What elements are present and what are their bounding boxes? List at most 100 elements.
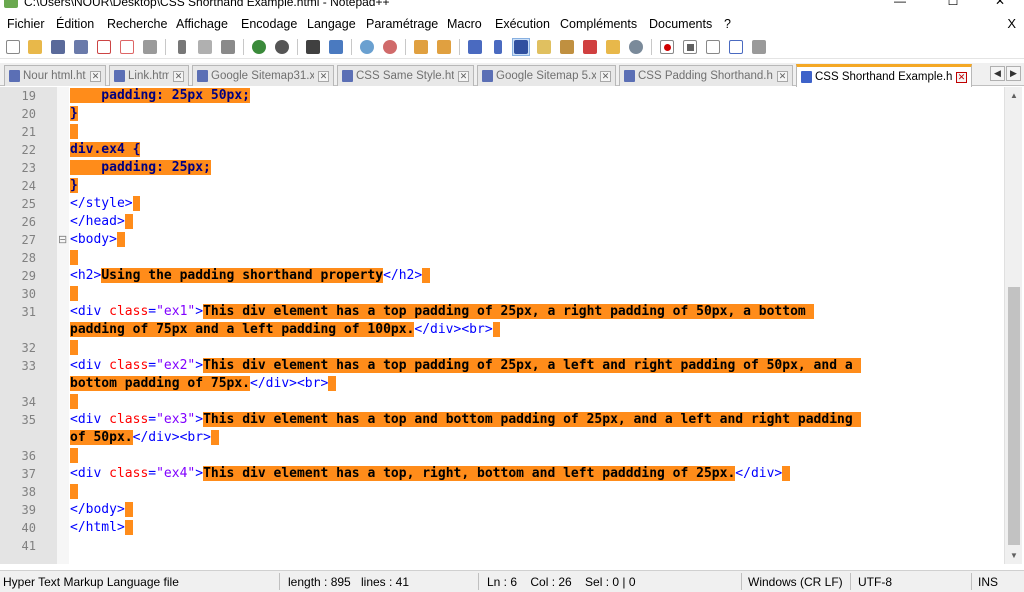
tab-google-sitemap-5[interactable]: Google Sitemap 5.xml ✕ [477,65,616,86]
replace-icon[interactable] [327,38,345,56]
line-number: 25 [21,197,36,211]
code-line [70,123,78,141]
line-number: 30 [21,287,36,301]
code-line [70,447,78,465]
maximize-button[interactable]: ☐ [933,0,973,8]
function-list-icon[interactable] [581,38,599,56]
status-language: Hyper Text Markup Language file [3,575,179,589]
status-insert-mode: INS [978,575,999,589]
stop-recording-icon[interactable] [681,38,699,56]
status-eol: Windows (CR LF) [748,575,843,589]
scrollbar-thumb[interactable] [1008,287,1020,545]
tab-close-icon[interactable]: ✕ [318,70,329,82]
zoom-out-icon[interactable] [381,38,399,56]
minimize-button[interactable]: — [880,0,920,8]
title-bar: C:\Users\NOUR\Desktop\CSS Shorthand Exam… [0,0,1024,12]
menu-help[interactable]: ? [724,17,731,31]
find-icon[interactable] [304,38,322,56]
scroll-up-icon[interactable]: ▲ [1005,87,1023,104]
tab-css-shorthand-example[interactable]: CSS Shorthand Example.html ✕ [796,64,972,87]
tab-close-icon[interactable]: ✕ [458,70,469,82]
code-editor[interactable]: 19 padding: 25px 50px; 20} 21 22 div.ex4 … [0,87,1004,564]
menu-execution[interactable]: Exécution [495,17,550,31]
tab-label: Google Sitemap 5.xml [496,70,596,82]
tab-label: Link.html [128,70,169,82]
record-macro-icon[interactable] [658,38,676,56]
indent-guide-icon[interactable] [512,38,530,56]
code-line: </body> [70,501,133,519]
user-defined-language-icon[interactable] [535,38,553,56]
menu-parametrage[interactable]: Paramétrage [366,17,438,31]
run-macro-multiple-icon[interactable] [727,38,745,56]
save-macro-icon[interactable] [750,38,768,56]
show-all-characters-icon[interactable] [489,38,507,56]
code-line [70,393,78,411]
copy-icon[interactable] [196,38,214,56]
code-line: } [70,178,78,193]
document-map-icon[interactable] [558,38,576,56]
menu-fichier[interactable]: Fichier [7,17,45,31]
line-number: 19 [21,89,36,103]
playback-macro-icon[interactable] [704,38,722,56]
menu-encodage[interactable]: Encodage [241,17,297,31]
line-number: 36 [21,449,36,463]
print-icon[interactable] [141,38,159,56]
code-line: bottom padding of 75px.</div><br> [70,375,337,393]
vertical-scrollbar[interactable]: ▲ ▼ [1004,87,1022,564]
code-line [70,339,78,357]
line-number: 37 [21,467,36,481]
menu-documents[interactable]: Documents [649,17,712,31]
undo-icon[interactable] [250,38,268,56]
tab-css-padding-shorthand[interactable]: CSS Padding Shorthand.html ✕ [619,65,793,86]
tab-label: Google Sitemap31.xml [211,70,314,82]
monitoring-icon[interactable] [627,38,645,56]
menu-recherche[interactable]: Recherche [107,17,167,31]
status-cursor-position: Ln : 6 Col : 26 Sel : 0 | 0 [487,575,636,589]
fold-collapse-icon[interactable]: ⊟ [58,231,67,249]
code-line: </head> [70,213,133,231]
menu-affichage[interactable]: Affichage [176,17,228,31]
tab-scroll-left-icon[interactable]: ◀ [990,66,1005,81]
word-wrap-icon[interactable] [466,38,484,56]
tab-close-icon[interactable]: ✕ [90,70,101,82]
code-line: } [70,106,78,121]
paste-icon[interactable] [219,38,237,56]
menu-complements[interactable]: Compléments [560,17,637,31]
close-window-button[interactable]: ✕ [980,0,1020,8]
tab-google-sitemap31[interactable]: Google Sitemap31.xml ✕ [192,65,334,86]
redo-icon[interactable] [273,38,291,56]
folder-as-workspace-icon[interactable] [604,38,622,56]
save-all-icon[interactable] [72,38,90,56]
tab-nour-html[interactable]: Nour html.html ✕ [4,65,106,86]
sync-vertical-icon[interactable] [412,38,430,56]
code-line: <div class="ex1">This div element has a … [70,304,814,319]
close-file-icon[interactable] [95,38,113,56]
tab-scroll-right-icon[interactable]: ▶ [1006,66,1021,81]
close-all-icon[interactable] [118,38,136,56]
tab-css-same-style[interactable]: CSS Same Style.html ✕ [337,65,474,86]
tab-close-icon[interactable]: ✕ [600,70,611,82]
line-number: 23 [21,161,36,175]
close-document-button[interactable]: X [1007,16,1016,31]
file-icon [482,70,493,82]
scroll-down-icon[interactable]: ▼ [1005,547,1023,564]
new-file-icon[interactable] [4,38,22,56]
line-number: 26 [21,215,36,229]
tab-link-html[interactable]: Link.html ✕ [109,65,189,86]
open-file-icon[interactable] [26,38,44,56]
tab-close-icon[interactable]: ✕ [956,71,967,83]
sync-horizontal-icon[interactable] [435,38,453,56]
menu-macro[interactable]: Macro [447,17,482,31]
cut-icon[interactable] [173,38,191,56]
line-number: 32 [21,341,36,355]
zoom-in-icon[interactable] [358,38,376,56]
status-length: length : 895 [288,575,351,589]
menu-langage[interactable]: Langage [307,17,356,31]
save-icon[interactable] [49,38,67,56]
tab-close-icon[interactable]: ✕ [173,70,184,82]
line-number: 35 [21,413,36,427]
line-number: 38 [21,485,36,499]
tab-close-icon[interactable]: ✕ [777,70,788,82]
toolbar [0,35,1024,59]
menu-edition[interactable]: Édition [56,17,94,31]
